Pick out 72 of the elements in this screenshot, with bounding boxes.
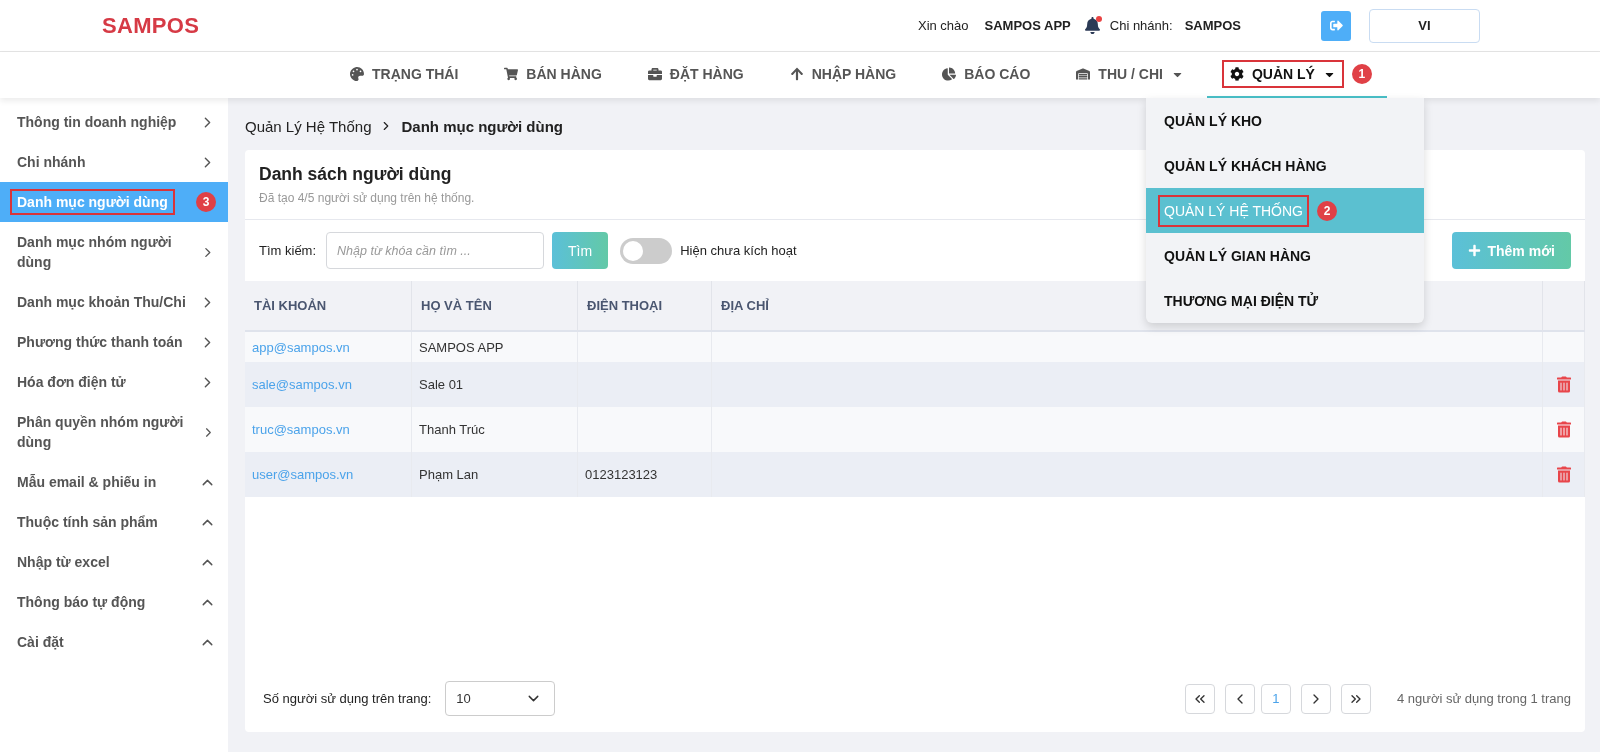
column-header: HỌ VÀ TÊN (412, 281, 578, 332)
breadcrumb-link[interactable]: Quản Lý Hệ Thống (245, 117, 372, 135)
user-name: SAMPOS APP (984, 18, 1071, 33)
sidebar-item[interactable]: Nhập từ excel (0, 542, 228, 582)
sidebar-item[interactable]: Hóa đơn điện tử (0, 362, 228, 402)
nav-icon (504, 67, 519, 81)
sidebar-item[interactable]: Danh mục nhóm người dùng (0, 222, 228, 282)
menu-item[interactable]: QUẢN LÝ GIAN HÀNG (1146, 233, 1424, 278)
step-badge: 2 (1317, 200, 1337, 221)
nav-icon (350, 67, 364, 81)
sidebar-item[interactable]: Chi nhánh (0, 142, 228, 182)
nav-icon (1229, 67, 1244, 81)
page-size-select[interactable]: 10 (445, 681, 556, 716)
column-header: TÀI KHOẢN (245, 281, 412, 332)
sidebar-item[interactable]: Cài đặt (0, 622, 228, 662)
table-cell: 0123123123 (578, 452, 712, 497)
highlight-frame: QUẢN LÝ (1221, 60, 1344, 88)
column-header: ĐIỆN THOẠI (578, 281, 712, 332)
step-badge: 3 (196, 192, 216, 212)
page-size-label: Số người sử dụng trên trang: (263, 691, 432, 706)
prev-page-button[interactable] (1224, 683, 1255, 714)
bell-icon[interactable] (1084, 17, 1100, 34)
last-page-button[interactable] (1340, 683, 1371, 714)
card-title: Danh sách người dùng (259, 164, 452, 185)
menu-item[interactable]: QUẢN LÝ KHO (1146, 98, 1424, 143)
delete-icon[interactable] (1556, 376, 1571, 393)
table-cell: SAMPOS APP (412, 332, 578, 362)
menu-item[interactable]: QUẢN LÝ HỆ THỐNG 2 (1146, 188, 1424, 233)
first-page-button[interactable] (1184, 683, 1215, 714)
table-cell: Sale 01 (412, 362, 578, 407)
nav-tab[interactable]: NHẬP HÀNG (766, 52, 920, 98)
plus-icon (1468, 244, 1482, 257)
logout-icon (1329, 19, 1343, 32)
language-button[interactable]: VI (1369, 8, 1480, 43)
logout-button[interactable] (1321, 10, 1351, 41)
next-page-button[interactable] (1300, 683, 1331, 714)
sidebar-item[interactable]: Thuộc tính sản phẩm (0, 502, 228, 542)
sidebar-item[interactable]: Thông tin doanh nghiệp (0, 102, 228, 142)
branch-name: SAMPOS (1184, 18, 1241, 33)
greeting-text: Xin chào (917, 18, 969, 33)
nav-icon (1076, 67, 1091, 81)
delete-icon[interactable] (1556, 466, 1571, 483)
sidebar-item[interactable]: Danh mục người dùng 3 (0, 182, 228, 222)
search-label: Tìm kiếm: (259, 243, 317, 258)
sidebar-item[interactable]: Danh mục khoản Thu/Chi (0, 282, 228, 322)
sidebar-item[interactable]: Mẫu email & phiếu in (0, 462, 228, 502)
nav-icon (647, 67, 662, 81)
nav-tab[interactable]: THU / CHI (1053, 52, 1207, 98)
toggle-switch[interactable] (620, 237, 673, 264)
step-badge: 1 (1351, 64, 1372, 84)
table-cell: Phạm Lan (412, 452, 578, 497)
nav-tab[interactable]: BÁO CÁO (919, 52, 1054, 98)
nav-tab[interactable]: ĐẶT HÀNG (624, 52, 767, 98)
search-field[interactable]: Nhập từ khóa cần tìm ... (326, 232, 545, 269)
nav-tab[interactable]: BÁN HÀNG (481, 52, 625, 98)
table-cell: Thanh Trúc (412, 407, 578, 452)
menu-item[interactable]: QUẢN LÝ KHÁCH HÀNG (1146, 143, 1424, 188)
delete-icon[interactable] (1556, 421, 1571, 438)
menu-item[interactable]: THƯƠNG MẠI ĐIỆN TỬ (1146, 278, 1424, 323)
sidebar-item[interactable]: Phương thức thanh toán (0, 322, 228, 362)
breadcrumb-current: Danh mục người dùng (401, 117, 563, 135)
sidebar-item[interactable]: Thông báo tự động (0, 582, 228, 622)
sidebar-item[interactable]: Phân quyền nhóm người dùng (0, 402, 228, 462)
page-summary: 4 người sử dụng trong 1 trang (1396, 691, 1571, 706)
card-subtitle: Đã tạo 4/5 người sử dụng trên hệ thống. (259, 191, 476, 205)
toggle-label: Hiện chưa kích hoạt (680, 243, 797, 258)
nav-tab[interactable]: TRẠNG THÁI (327, 52, 482, 98)
nav-icon (789, 67, 804, 81)
logo: SAMPOS (102, 12, 200, 39)
nav-icon (942, 67, 957, 81)
branch-label: Chi nhánh: (1109, 18, 1173, 33)
column-header (1543, 281, 1585, 332)
